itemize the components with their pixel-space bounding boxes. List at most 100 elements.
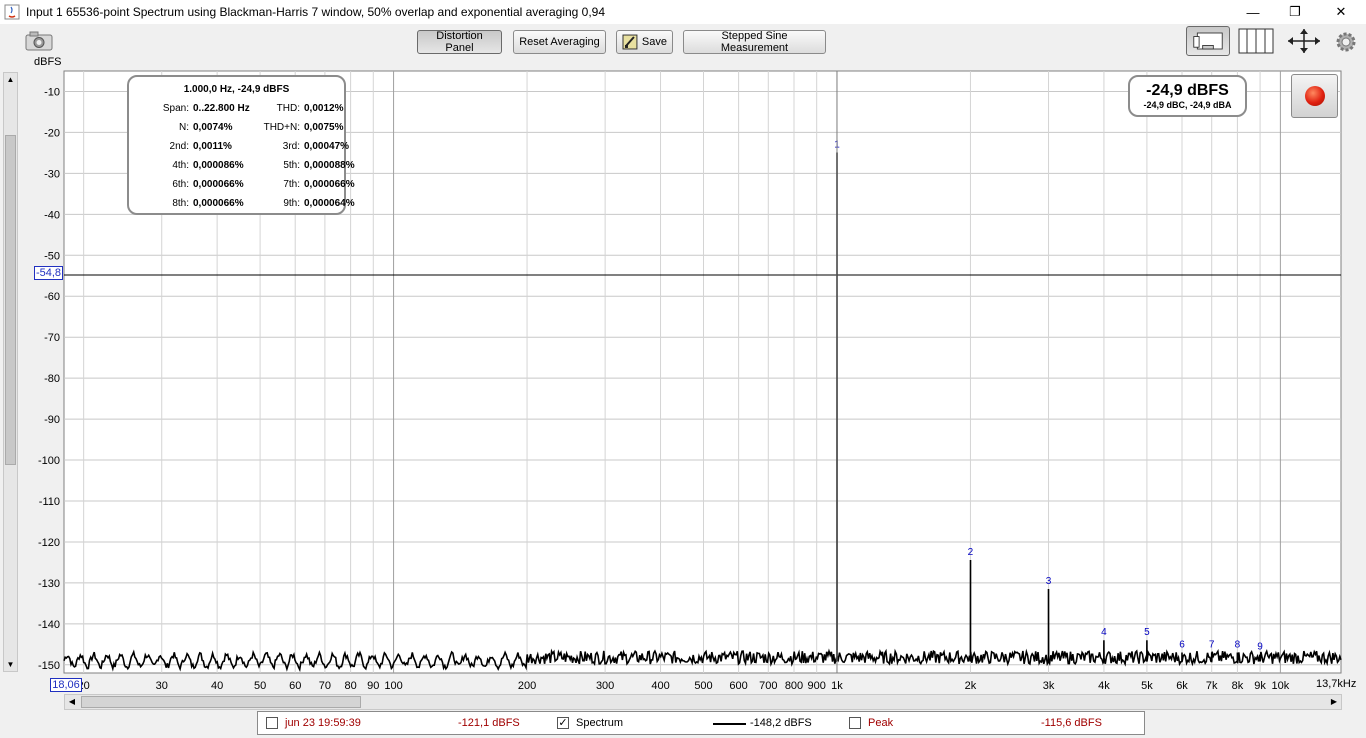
spectrum-checkbox[interactable]: ✓: [557, 717, 569, 729]
y-tick-label: -60: [44, 291, 60, 303]
scroll-left-icon[interactable]: ◀: [66, 696, 78, 708]
legend-bar: jun 23 19:59:39 -121,1 dBFS ✓ Spectrum -…: [257, 711, 1145, 735]
vertical-scrollbar[interactable]: ▲ ▼: [3, 72, 18, 672]
record-indicator-icon: [1305, 86, 1325, 106]
distortion-l2-2: 3rd:: [282, 141, 300, 152]
camera-icon[interactable]: [24, 30, 54, 52]
distortion-l1-2: 2nd:: [169, 141, 189, 152]
spectrum-line-swatch: [713, 723, 746, 725]
distortion-v2-1: 0,0075%: [304, 122, 344, 133]
settings-gear-button[interactable]: [1334, 30, 1358, 54]
distortion-l2-1: THD+N:: [263, 122, 300, 133]
distortion-header: 1.000,0 Hz, -24,9 dBFS: [183, 84, 290, 95]
distortion-v1-2: 0,0011%: [193, 141, 232, 152]
spectrum-value: -148,2 dBFS: [750, 717, 812, 729]
distortion-v2-3: 0,000088%: [304, 160, 355, 171]
y-axis-unit: dBFS: [34, 56, 62, 68]
distortion-v2-2: 0,00047%: [304, 141, 350, 152]
x-axis-end-label: 13,7kHz: [1316, 678, 1357, 690]
horizontal-scrollbar[interactable]: ◀ ▶: [64, 694, 1342, 710]
y-tick-label: -10: [44, 86, 60, 98]
save-button[interactable]: Save: [616, 30, 673, 54]
x-tick-label: 5k: [1141, 680, 1153, 692]
distortion-l1-3: 4th:: [172, 160, 189, 171]
toolbar: Distortion Panel Reset Averaging Save St…: [0, 24, 1366, 68]
level-sub: -24,9 dBC, -24,9 dBA: [1143, 100, 1232, 110]
distortion-v1-0: 0..22.800 Hz: [193, 103, 250, 114]
y-tick-label: -70: [44, 332, 60, 344]
x-axis-ticks: 20 30 40 50 60 70 80 90 100 200 300 400 500 600 700 800…: [78, 680, 1290, 692]
distortion-l2-4: 7th:: [283, 179, 300, 190]
save-icon: [622, 34, 638, 50]
x-tick-label: 3k: [1043, 680, 1055, 692]
cursor-y-label: -54,8: [34, 266, 63, 280]
harmonic-markers: 1 2 3 4 5 6 7 8 9: [834, 139, 1263, 652]
y-tick-label: -50: [44, 250, 60, 262]
restore-button[interactable]: ❐: [1272, 0, 1318, 24]
x-tick-label: 700: [759, 680, 777, 692]
title-bar: Input 1 65536-point Spectrum using Black…: [0, 0, 1366, 24]
layout-grid-button[interactable]: [1238, 28, 1274, 54]
x-tick-label: 9k: [1254, 680, 1266, 692]
harmonic-marker-label: 1: [834, 139, 840, 150]
x-tick-label: 400: [651, 680, 669, 692]
x-tick-label: 600: [729, 680, 747, 692]
capture-checkbox[interactable]: [266, 717, 278, 729]
y-tick-label: -110: [39, 496, 60, 508]
spectrum-trace: [63, 152, 1342, 673]
distortion-l1-4: 6th:: [172, 179, 189, 190]
hscroll-thumb[interactable]: [81, 696, 361, 708]
distortion-v1-1: 0,0074%: [193, 122, 233, 133]
y-tick-label: -30: [44, 168, 60, 180]
y-tick-label: -40: [44, 209, 60, 221]
scroll-thumb[interactable]: [5, 135, 16, 465]
distortion-v2-0: 0,0012%: [304, 103, 344, 114]
x-tick-label: 800: [785, 680, 803, 692]
x-tick-label: 50: [254, 680, 266, 692]
x-tick-label: 900: [808, 680, 826, 692]
x-tick-label: 70: [319, 680, 331, 692]
stepped-sine-button[interactable]: Stepped Sine Measurement: [683, 30, 826, 54]
minimize-button[interactable]: —: [1230, 0, 1276, 24]
y-tick-label: -150: [38, 660, 60, 672]
harmonic-marker-label: 8: [1235, 640, 1241, 651]
distortion-l1-1: N:: [179, 122, 189, 133]
harmonic-marker-label: 6: [1179, 640, 1185, 651]
x-tick-label: 100: [384, 680, 402, 692]
scroll-down-icon[interactable]: ▼: [5, 659, 16, 670]
harmonic-marker-label: 7: [1209, 640, 1215, 651]
record-button[interactable]: [1291, 74, 1338, 118]
distortion-panel: 1.000,0 Hz, -24,9 dBFS Span: 0..22.800 Hz…: [127, 75, 355, 215]
distortion-l2-3: 5th:: [283, 160, 300, 171]
x-tick-label: 60: [289, 680, 301, 692]
close-button[interactable]: ✕: [1318, 0, 1364, 24]
level-readout: -24,9 dBFS -24,9 dBC, -24,9 dBA: [1128, 75, 1247, 117]
x-tick-label: 1k: [831, 680, 843, 692]
capture-value: -121,1 dBFS: [458, 717, 520, 729]
x-tick-label: 40: [211, 680, 223, 692]
layout-grid-icon: [1238, 28, 1274, 54]
x-tick-label: 10k: [1272, 680, 1290, 692]
y-axis-ticks: -10 -20 -30 -40 -50 -60 -70 -80 -90 -100 -110 -120 -…: [38, 86, 60, 671]
x-tick-label: 7k: [1206, 680, 1218, 692]
scroll-right-icon[interactable]: ▶: [1328, 696, 1340, 708]
x-tick-label: 2k: [965, 680, 977, 692]
harmonic-marker-label: 9: [1257, 642, 1263, 653]
y-tick-label: -80: [44, 373, 60, 385]
distortion-v1-3: 0,000086%: [193, 160, 244, 171]
x-tick-label: 80: [344, 680, 356, 692]
peak-checkbox[interactable]: [849, 717, 861, 729]
x-tick-label: 300: [596, 680, 614, 692]
y-tick-label: -140: [38, 619, 60, 631]
y-tick-label: -120: [38, 537, 60, 549]
graph-only-view-button[interactable]: [1186, 26, 1230, 56]
distortion-panel-button[interactable]: Distortion Panel: [417, 30, 502, 54]
cursor-x-label: 18,06: [50, 678, 82, 692]
spectrum-label: Spectrum: [576, 717, 624, 729]
gear-icon: [1336, 32, 1356, 52]
distortion-v2-4: 0,000066%: [304, 179, 355, 190]
harmonic-marker-label: 2: [968, 547, 974, 558]
expand-arrows-button[interactable]: [1286, 28, 1322, 54]
reset-averaging-button[interactable]: Reset Averaging: [513, 30, 606, 54]
scroll-up-icon[interactable]: ▲: [5, 74, 16, 85]
